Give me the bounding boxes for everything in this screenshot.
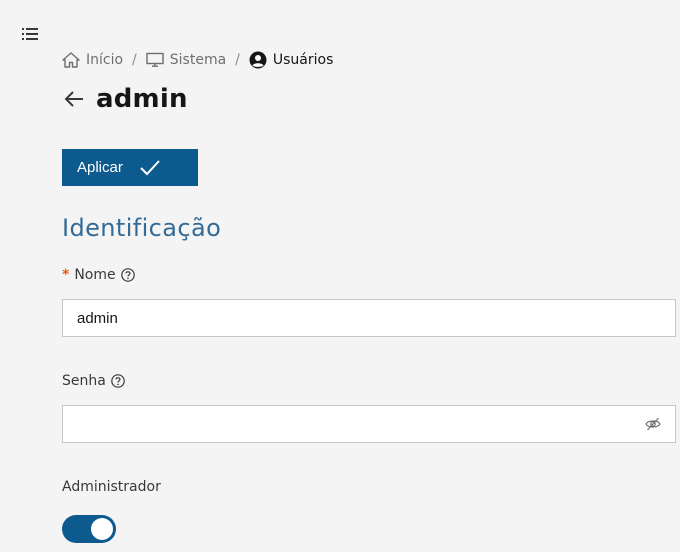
home-icon (62, 52, 80, 68)
arrow-left-icon[interactable] (62, 87, 86, 111)
breadcrumb-system-label: Sistema (169, 52, 227, 68)
breadcrumb-item-home[interactable]: Início (62, 52, 123, 68)
breadcrumb-separator: / (132, 52, 137, 68)
page-header: admin (62, 84, 188, 114)
breadcrumb-item-users: Usuários (249, 51, 334, 69)
breadcrumb-users-label: Usuários (272, 52, 334, 68)
breadcrumb-item-system[interactable]: Sistema (146, 52, 226, 68)
name-field-label: * Nome (62, 267, 135, 283)
apply-button-label: Aplicar (77, 159, 123, 176)
toggle-knob (91, 518, 113, 540)
page-title: admin (96, 84, 188, 114)
name-input[interactable] (62, 299, 676, 337)
password-field-label: Senha (62, 373, 125, 389)
required-indicator: * (62, 267, 70, 283)
menu-toggle-icon[interactable] (22, 26, 38, 42)
help-circle-icon[interactable] (111, 374, 125, 388)
admin-label-text: Administrador (62, 479, 161, 495)
breadcrumb-home-label: Início (86, 52, 124, 68)
password-input[interactable] (62, 405, 676, 443)
monitor-icon (146, 52, 164, 68)
name-label-text: Nome (74, 267, 116, 283)
section-title: Identificação (62, 214, 222, 242)
breadcrumb: Início / Sistema / Usuários (62, 51, 333, 69)
checkmark-icon (139, 159, 161, 177)
password-label-text: Senha (62, 373, 106, 389)
apply-button[interactable]: Aplicar (62, 149, 198, 186)
breadcrumb-separator: / (235, 52, 240, 68)
eye-off-icon[interactable] (645, 416, 661, 432)
admin-toggle[interactable] (62, 515, 116, 543)
user-circle-icon (249, 51, 267, 69)
admin-field-label: Administrador (62, 479, 161, 495)
help-circle-icon[interactable] (120, 268, 135, 282)
